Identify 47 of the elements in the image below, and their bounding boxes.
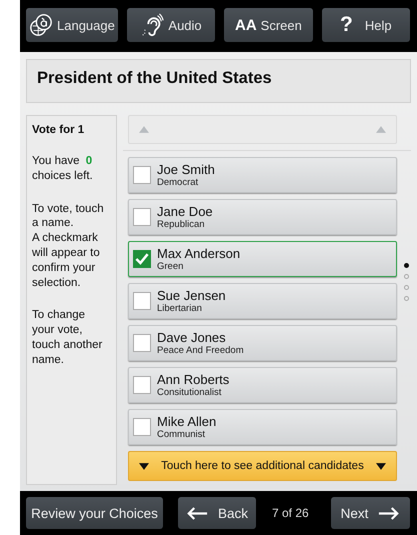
candidate-option[interactable]: Ann Roberts Consitutionalist: [128, 367, 397, 403]
toolbar-glyph: AA: [234, 16, 257, 34]
next-button[interactable]: Next: [331, 497, 410, 529]
instruction-text: To vote, touch a name.: [32, 202, 105, 232]
up-arrow-icon: [376, 126, 386, 133]
scroll-up-bar[interactable]: [128, 115, 397, 144]
candidate-name: Mike Allen: [157, 414, 216, 429]
candidate-name: Max Anderson: [157, 246, 240, 261]
candidate-option[interactable]: Sue Jensen Libertarian: [128, 283, 397, 319]
candidate-option[interactable]: Joe Smith Democrat: [128, 157, 397, 193]
candidate-option[interactable]: Dave Jones Peace And Freedom: [128, 325, 397, 361]
up-arrow-icon: [139, 126, 149, 133]
candidate-name: Joe Smith: [157, 162, 215, 177]
candidate-option[interactable]: Max Anderson Green: [128, 241, 397, 277]
party-name: Democrat: [157, 177, 200, 188]
party-name: Consitutionalist: [157, 387, 222, 398]
candidate-option[interactable]: Mike Allen Communist: [128, 409, 397, 445]
review-button[interactable]: Review your Choices: [26, 497, 163, 529]
ear-icon: [140, 13, 164, 37]
party-name: Communist: [157, 429, 206, 440]
candidate-name: Ann Roberts: [157, 372, 230, 387]
page-position: 7 of 26: [272, 506, 309, 520]
party-name: Green: [157, 261, 184, 272]
toolbar-button[interactable]: Language: [26, 8, 118, 42]
right-arrow-icon: [378, 506, 400, 520]
toolbar-button[interactable]: ? Help: [322, 8, 410, 42]
candidate-name: Dave Jones: [157, 330, 227, 345]
back-button[interactable]: Back: [178, 497, 256, 529]
candidate-option[interactable]: Jane Doe Republican: [128, 199, 397, 235]
toolbar-button[interactable]: AA Screen: [224, 8, 313, 42]
globe-letter-icon: [29, 13, 53, 37]
toolbar-button[interactable]: Audio: [126, 8, 216, 42]
party-name: Republican: [157, 219, 206, 230]
down-arrow-icon: [139, 462, 149, 470]
down-arrow-icon: [376, 462, 386, 470]
party-name: Libertarian: [157, 303, 203, 314]
left-arrow-icon: [186, 506, 208, 520]
instruction-text: A checkmark will appear to confirm your selection.: [32, 231, 101, 290]
party-name: Peace And Freedom: [157, 345, 244, 356]
contest-title: President of the United States: [26, 59, 411, 103]
candidate-name: Jane Doe: [157, 204, 213, 219]
instruction-text: To change your vote, touch another name.: [32, 308, 104, 368]
choices-left-text: You have 0 choices left.: [32, 154, 94, 184]
candidate-name: Sue Jensen: [157, 288, 226, 303]
more-candidates-button[interactable]: Touch here to see additional candidates: [128, 451, 397, 481]
vote-limit: Vote for 1: [32, 124, 86, 136]
toolbar-glyph: ?: [340, 13, 353, 37]
